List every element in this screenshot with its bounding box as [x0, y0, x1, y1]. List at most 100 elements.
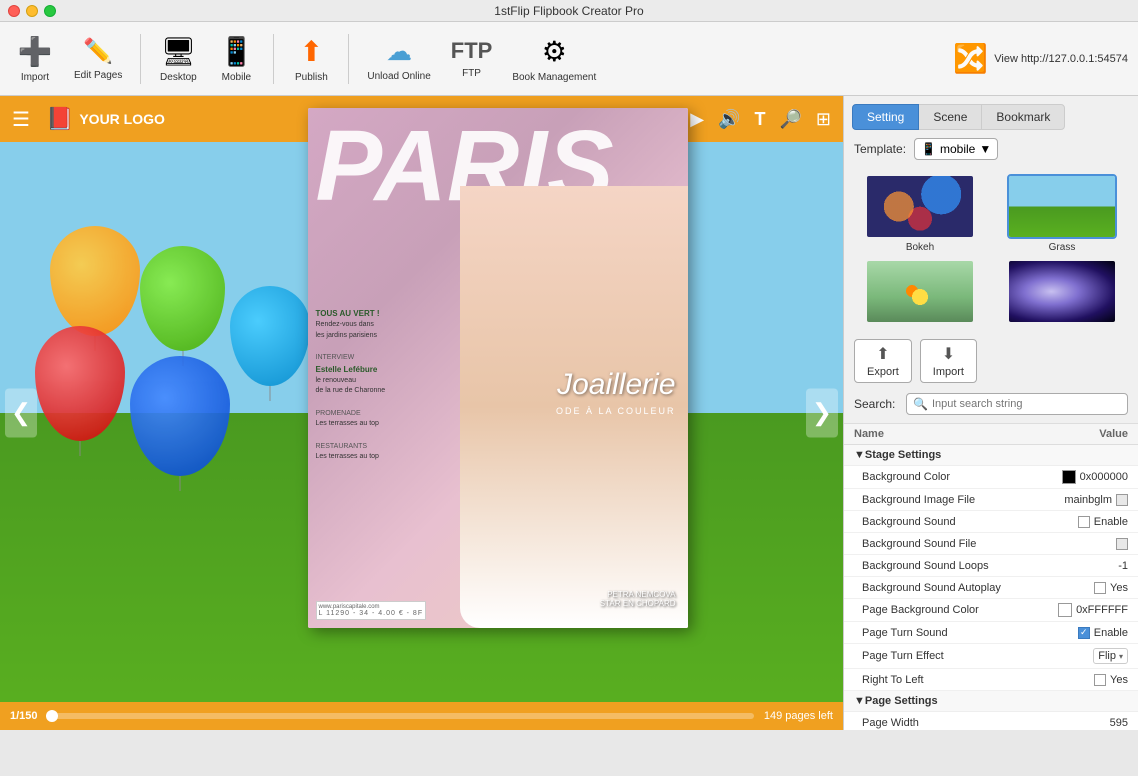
background-sound-file-name: Background Sound File [862, 538, 1116, 550]
background-sound-autoplay-value: Yes [1094, 582, 1128, 594]
grid-icon[interactable]: ⊞ [816, 109, 831, 130]
ftp-button[interactable]: FTP FTP [445, 34, 499, 83]
template-select-icon: 📱 [921, 142, 936, 156]
grass-bg [1009, 176, 1115, 237]
page-width-text: 595 [1110, 717, 1128, 729]
pages-left: 149 pages left [764, 710, 833, 722]
publish-button[interactable]: ⬆ Publish [286, 31, 336, 87]
scene-flowers[interactable] [852, 259, 988, 327]
template-select[interactable]: 📱 mobile ▼ [914, 138, 998, 160]
right-to-left-checkbox[interactable] [1094, 674, 1106, 686]
background-image-file-text: mainbglm [1064, 494, 1112, 506]
view-url: View http://127.0.0.1:54574 [994, 53, 1128, 65]
settings-table-header: Name Value [844, 424, 1138, 445]
text-icon[interactable]: T [754, 109, 765, 130]
import-icon: ⬇ [942, 344, 955, 364]
magazine-container: PARIS CAPITALE +PARIS GUIDE IN ENGLISH ■… [308, 108, 688, 628]
menu-icon[interactable]: ☰ [12, 107, 30, 132]
mobile-button[interactable]: 📱 Mobile [211, 31, 261, 87]
tab-scene[interactable]: Scene [919, 104, 981, 130]
value-column-header: Value [1099, 428, 1128, 440]
tab-setting[interactable]: Setting [852, 104, 919, 130]
book-management-button[interactable]: ⚙ Book Management [506, 31, 602, 87]
page-turn-sound-label: Enable [1094, 627, 1128, 639]
minimize-button[interactable] [26, 5, 38, 17]
prev-page-button[interactable]: ❮ [5, 389, 37, 438]
ode-text: ODE À LA COULEUR [556, 406, 676, 416]
row-page-turn-effect: Page Turn Effect Flip ▾ [844, 644, 1138, 669]
joaillerie-text: Joaillerie [557, 368, 675, 402]
network-icon: 🔀 [953, 42, 988, 75]
publish-label: Publish [295, 72, 328, 83]
toolbar-separator-3 [348, 34, 349, 84]
page-background-color-value[interactable]: 0xFFFFFF [1058, 603, 1128, 617]
scene-grass-img [1007, 174, 1117, 239]
scene-space[interactable] [994, 259, 1130, 327]
close-button[interactable] [8, 5, 20, 17]
magazine: PARIS CAPITALE +PARIS GUIDE IN ENGLISH ■… [308, 108, 688, 628]
search-row: Search: 🔍 [844, 389, 1138, 423]
panel-tabs: Setting Scene Bookmark [844, 96, 1138, 130]
search-input[interactable] [932, 398, 1121, 410]
background-sound-file-value [1116, 538, 1128, 550]
background-sound-checkbox[interactable] [1078, 516, 1090, 528]
sound-icon[interactable]: 🔊 [718, 109, 740, 130]
page-background-color-swatch[interactable] [1058, 603, 1072, 617]
balloon-lightblue [230, 286, 310, 386]
page-settings-header[interactable]: ▼Page Settings [844, 691, 1138, 712]
tab-bookmark[interactable]: Bookmark [981, 104, 1065, 130]
mobile-label: Mobile [222, 72, 251, 83]
scene-bokeh-label: Bokeh [906, 242, 934, 253]
row-background-image-file: Background Image File mainbglm [844, 489, 1138, 511]
template-label: Template: [854, 142, 906, 156]
background-sound-autoplay-label: Yes [1110, 582, 1128, 594]
page-turn-effect-dropdown[interactable]: Flip ▾ [1093, 648, 1128, 664]
stage-settings-header[interactable]: ▼Stage Settings [844, 445, 1138, 466]
scenes-grid: Bokeh Grass [852, 174, 1130, 327]
background-color-swatch[interactable] [1062, 470, 1076, 484]
row-background-sound-loops: Background Sound Loops -1 [844, 555, 1138, 577]
settings-table: Name Value ▼Stage Settings Background Co… [844, 423, 1138, 730]
background-sound-value: Enable [1078, 516, 1128, 528]
row-page-background-color: Page Background Color 0xFFFFFF [844, 599, 1138, 622]
import-button[interactable]: ⬇ Import [920, 339, 977, 383]
background-sound-loops-name: Background Sound Loops [862, 560, 1118, 572]
next-page-button[interactable]: ❯ [806, 389, 838, 438]
background-sound-autoplay-checkbox[interactable] [1094, 582, 1106, 594]
background-color-value[interactable]: 0x000000 [1062, 470, 1128, 484]
mobile-icon: 📱 [219, 35, 254, 68]
background-sound-name: Background Sound [862, 516, 1078, 528]
edit-pages-button[interactable]: ✏️ Edit Pages [68, 33, 128, 85]
page-width-name: Page Width [862, 717, 1110, 729]
scene-bokeh-img [865, 174, 975, 239]
flowers-bg [867, 261, 973, 322]
import-button[interactable]: ➕ Import [10, 31, 60, 87]
book-management-label: Book Management [512, 72, 596, 83]
export-button[interactable]: ⬆ Export [854, 339, 912, 383]
background-image-file-value: mainbglm [1064, 494, 1128, 506]
background-sound-loops-text: -1 [1118, 560, 1128, 572]
maximize-button[interactable] [44, 5, 56, 17]
background-color-name: Background Color [862, 471, 1062, 483]
row-background-sound-file: Background Sound File [844, 533, 1138, 555]
logo-book-icon: 📕 [46, 106, 73, 132]
right-to-left-value: Yes [1094, 674, 1128, 686]
scene-bokeh[interactable]: Bokeh [852, 174, 988, 253]
play-icon[interactable]: ▶ [690, 109, 704, 130]
toolbar-separator-1 [140, 34, 141, 84]
page-width-value: 595 [1110, 717, 1128, 729]
balloon-orange [50, 226, 140, 336]
logo-text: YOUR LOGO [79, 111, 165, 127]
page-turn-sound-checkbox[interactable]: ✓ [1078, 627, 1090, 639]
view-info[interactable]: 🔀 View http://127.0.0.1:54574 [953, 42, 1128, 75]
desktop-button[interactable]: 🖥 Desktop [153, 31, 203, 87]
scene-grass[interactable]: Grass [994, 174, 1130, 253]
progress-bar[interactable] [48, 713, 754, 719]
page-turn-sound-name: Page Turn Sound [862, 627, 1078, 639]
app-title: 1stFlip Flipbook Creator Pro [494, 4, 643, 18]
background-image-browse-button[interactable] [1116, 494, 1128, 506]
flipbook-viewer: ☰ 📕 YOUR LOGO 🔍 ↗ 🖨 ⬜ ⬇ ▶ 🔊 T 🔎 ⊞ [0, 96, 843, 730]
unload-online-button[interactable]: ☁ Unload Online [361, 32, 436, 86]
search-flipbook-icon[interactable]: 🔎 [779, 109, 801, 130]
background-sound-file-browse[interactable] [1116, 538, 1128, 550]
